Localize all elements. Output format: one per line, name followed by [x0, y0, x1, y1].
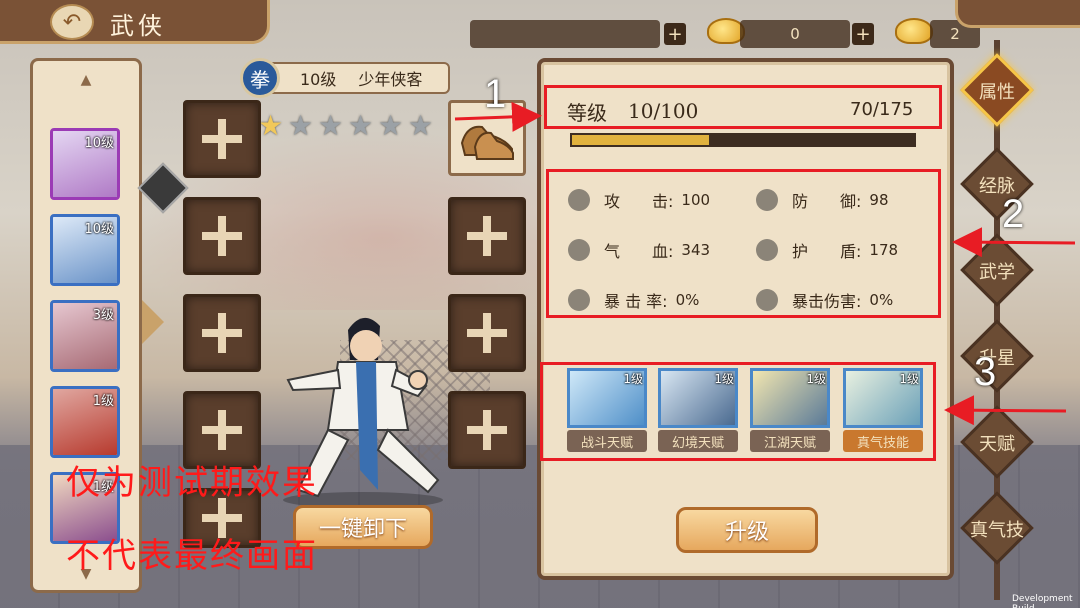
annotation-arrow-3 — [944, 395, 1067, 426]
annotation-arrow-2 — [952, 227, 1076, 258]
annotation-arrow-1 — [454, 101, 542, 132]
annotation-arrows — [454, 101, 1076, 426]
development-build-label: Development Build — [1012, 594, 1073, 608]
